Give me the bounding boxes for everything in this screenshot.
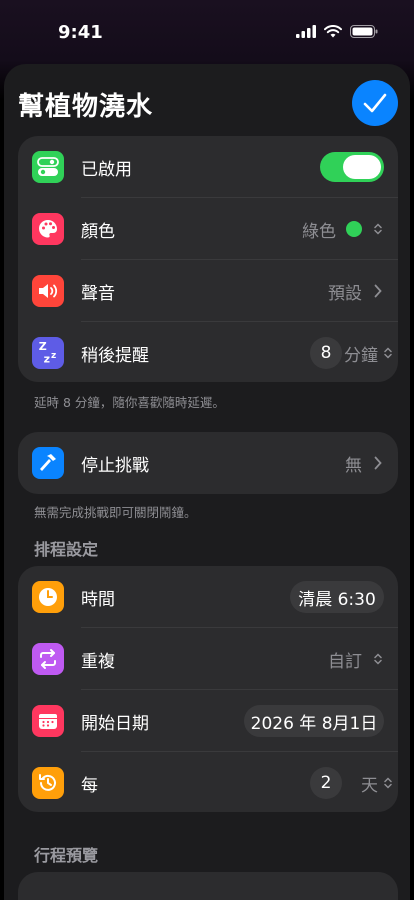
schedule-card: 時間 清晨 6:30 重複 自訂 開始日期 2026 年 8月1日 每 2 天 [18,566,398,812]
hammer-icon [32,447,64,479]
chevron-updown-icon [384,347,392,359]
enabled-label: 已啟用 [81,159,132,180]
every-count-pill[interactable]: 2 [310,767,342,799]
toggle-knob [343,155,381,179]
color-row[interactable]: 顏色 綠色 [18,198,398,260]
clock-icon [32,581,64,613]
snooze-row[interactable]: Z zz 稍後提醒 8 分鐘 [18,322,398,384]
enabled-toggle[interactable] [320,152,384,182]
done-button[interactable] [352,80,398,126]
every-row[interactable]: 每 2 天 [18,752,398,814]
repeat-icon [32,643,64,675]
repeat-value: 自訂 [328,651,362,672]
chevron-updown-icon [384,777,392,789]
schedule-header: 排程設定 [34,540,99,559]
calendar-icon [32,705,64,737]
color-dot [346,221,362,237]
color-value-text: 綠色 [302,221,336,242]
chevron-right-icon [374,284,382,298]
start-date-button[interactable]: 2026 年 8月1日 [244,705,384,737]
signal-icon [296,25,316,38]
repeat-row[interactable]: 重複 自訂 [18,628,398,690]
status-bar: 9:41 [0,0,414,60]
preview-header: 行程預覽 [34,846,99,865]
page-title: 幫植物澆水 [18,92,154,122]
snooze-minutes-pill[interactable]: 8 [310,337,342,369]
snooze-label: 稍後提醒 [81,345,149,366]
sound-value: 預設 [328,283,362,304]
challenge-note: 無需完成挑戰即可關閉鬧鐘。 [34,505,197,520]
alarm-edit-sheet: 幫植物澆水 已啟用 顏色 綠色 聲音 預設 Z zz 稍後提醒 8 分鐘 延時 … [4,64,410,900]
time-picker-button[interactable]: 清晨 6:30 [290,581,384,613]
speaker-icon [32,275,64,307]
wifi-icon [324,25,342,38]
sound-row[interactable]: 聲音 預設 [18,260,398,322]
checkmark-icon [363,93,387,113]
status-icons [296,25,378,38]
challenge-card: 停止挑戰 無 [18,432,398,494]
color-value: 綠色 [302,217,362,242]
sound-label: 聲音 [81,283,115,304]
status-time: 9:41 [58,22,103,43]
toggle-icon [32,151,64,183]
chevron-right-icon [374,456,382,470]
stop-challenge-value: 無 [345,455,362,476]
main-settings-card: 已啟用 顏色 綠色 聲音 預設 Z zz 稍後提醒 8 分鐘 [18,136,398,382]
preview-card [18,872,398,900]
start-date-label: 開始日期 [81,713,149,734]
enabled-row: 已啟用 [18,136,398,198]
time-label: 時間 [81,589,115,610]
repeat-label: 重複 [81,651,115,672]
snooze-unit: 分鐘 [344,345,378,366]
every-label: 每 [81,775,98,796]
chevron-updown-icon [374,653,382,665]
every-unit: 天 [361,775,378,796]
chevron-updown-icon [374,223,382,235]
start-date-row: 開始日期 2026 年 8月1日 [18,690,398,752]
stop-challenge-label: 停止挑戰 [81,455,149,476]
history-icon [32,767,64,799]
stop-challenge-row[interactable]: 停止挑戰 無 [18,432,398,494]
color-label: 顏色 [81,221,115,242]
snooze-icon: Z zz [32,337,64,369]
snooze-note: 延時 8 分鐘，隨你喜歡隨時延遲。 [34,395,225,410]
battery-icon [350,25,378,38]
palette-icon [32,213,64,245]
time-row: 時間 清晨 6:30 [18,566,398,628]
